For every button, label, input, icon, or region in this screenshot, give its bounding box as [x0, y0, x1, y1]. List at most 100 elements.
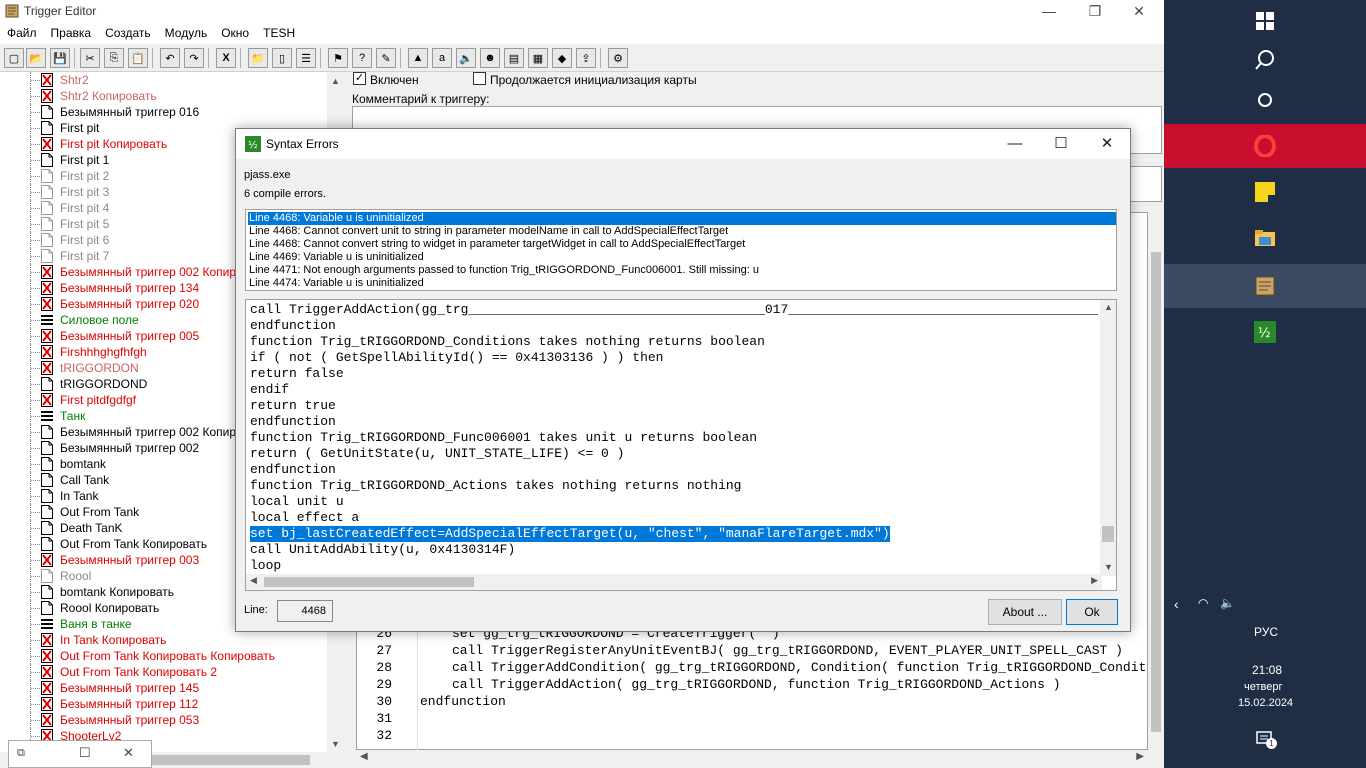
source-line: local effect a: [250, 510, 360, 525]
source-hscroll-thumb[interactable]: [264, 577, 474, 587]
sound-editor-icon[interactable]: 🔈: [456, 48, 476, 68]
trigger-editor-icon[interactable]: a: [432, 48, 452, 68]
cut-icon[interactable]: ✂: [80, 48, 100, 68]
new-condition-icon[interactable]: ?: [352, 48, 372, 68]
dialog-minimize-button[interactable]: —: [992, 129, 1038, 159]
paste-icon[interactable]: 📋: [128, 48, 148, 68]
tree-item-label: Силовое поле: [60, 313, 139, 327]
disabled-trigger-icon: [41, 553, 53, 567]
close-x-icon[interactable]: X: [216, 48, 236, 68]
enabled-checkbox[interactable]: ✓: [353, 72, 366, 85]
menu-file[interactable]: Файл: [0, 22, 44, 40]
notification-center[interactable]: 1: [1256, 730, 1277, 750]
dialog-close-button[interactable]: ✕: [1084, 129, 1130, 159]
object-editor-icon[interactable]: ☻: [480, 48, 500, 68]
wifi-icon[interactable]: ◠: [1198, 596, 1208, 610]
volume-icon[interactable]: 🔈: [1220, 596, 1235, 610]
tree-item[interactable]: Shtr2: [0, 72, 330, 88]
error-item[interactable]: Line 4468: Cannot convert unit to string…: [248, 225, 1116, 238]
tree-item-label: In Tank: [60, 489, 99, 503]
tree-hscroll-thumb[interactable]: [150, 755, 310, 765]
undo-icon[interactable]: ↶: [160, 48, 180, 68]
sticky-notes-icon: [1255, 182, 1275, 202]
source-line: local unit u: [250, 494, 344, 509]
save-icon[interactable]: 💾: [50, 48, 70, 68]
new-category-icon[interactable]: 📁: [248, 48, 268, 68]
mini-close-icon[interactable]: ✕: [123, 745, 134, 761]
tree-item-label: In Tank Копировать: [60, 633, 167, 647]
clock-date[interactable]: 15.02.2024: [1238, 697, 1293, 709]
taskbar-world-editor[interactable]: [1164, 264, 1366, 308]
taskbar-explorer[interactable]: [1164, 216, 1366, 260]
scroll-app-icon: [5, 4, 19, 18]
new-event-icon[interactable]: ⚑: [328, 48, 348, 68]
minimized-window[interactable]: ⧉ ☐ ✕: [8, 740, 152, 768]
line-number: 32: [376, 728, 392, 743]
menu-module[interactable]: Модуль: [158, 22, 215, 40]
tree-item[interactable]: Out From Tank Копировать Копировать: [0, 648, 330, 664]
campaign-editor-icon[interactable]: ▤: [504, 48, 524, 68]
tree-item-label: Roool Копировать: [60, 601, 160, 615]
redo-icon[interactable]: ↷: [184, 48, 204, 68]
menu-window[interactable]: Окно: [214, 22, 256, 40]
tree-item[interactable]: Безымянный триггер 053: [0, 712, 330, 728]
menu-edit[interactable]: Правка: [44, 22, 99, 40]
error-item[interactable]: Line 4468: Variable u is uninitialized: [248, 212, 1116, 225]
error-item[interactable]: Line 4469: Variable u is uninitialized: [248, 251, 1116, 264]
copy-icon[interactable]: ⎘: [104, 48, 124, 68]
import-manager-icon[interactable]: ⇪: [576, 48, 596, 68]
tree-item[interactable]: Out From Tank Копировать 2: [0, 664, 330, 680]
menu-tesh[interactable]: TESH: [256, 22, 302, 40]
tree-item[interactable]: Shtr2 Копировать: [0, 88, 330, 104]
jass-app-icon: ½: [245, 136, 261, 152]
new-comment-icon[interactable]: ☰: [296, 48, 316, 68]
maximize-button[interactable]: ❐: [1072, 0, 1118, 22]
code-vertical-scrollbar[interactable]: [1148, 212, 1164, 750]
test-map-icon[interactable]: ⚙: [608, 48, 628, 68]
error-list[interactable]: Line 4468: Variable u is uninitialized Li…: [245, 209, 1117, 291]
tree-item[interactable]: Безымянный триггер 016: [0, 104, 330, 120]
chevron-up-icon[interactable]: ‹: [1174, 596, 1179, 612]
about-button[interactable]: About ...: [988, 599, 1062, 625]
source-vertical-scrollbar[interactable]: ▲ ▼: [1100, 300, 1116, 576]
new-action-icon[interactable]: ✎: [376, 48, 396, 68]
ok-button[interactable]: Ok: [1066, 599, 1118, 625]
dialog-maximize-button[interactable]: ☐: [1038, 129, 1084, 159]
close-button[interactable]: ✕: [1116, 0, 1162, 22]
taskbar-opera[interactable]: [1164, 124, 1366, 168]
source-vscroll-thumb[interactable]: [1102, 526, 1114, 542]
clock-time[interactable]: 21:08: [1252, 663, 1282, 677]
menu-create[interactable]: Создать: [98, 22, 158, 40]
tree-item[interactable]: Безымянный триггер 112: [0, 696, 330, 712]
init-checkbox[interactable]: [473, 72, 486, 85]
disabled-trigger-icon: [41, 281, 53, 295]
mini-maximize-icon[interactable]: ☐: [79, 745, 91, 761]
source-preview[interactable]: call TriggerAddAction(gg_trg____________…: [245, 299, 1117, 591]
open-folder-icon[interactable]: 📂: [26, 48, 46, 68]
terrain-editor-icon[interactable]: ▲: [408, 48, 428, 68]
new-map-icon[interactable]: ▢: [4, 48, 24, 68]
disabled-trigger-icon: [41, 649, 53, 663]
error-item[interactable]: Line 4468: Cannot convert string to widg…: [248, 238, 1116, 251]
tree-item[interactable]: In Tank Копировать: [0, 632, 330, 648]
error-item[interactable]: Line 4474: Variable u is uninitialized: [248, 277, 1116, 290]
restore-icon[interactable]: ⧉: [17, 747, 25, 760]
clock-day[interactable]: четверг: [1244, 681, 1283, 693]
language-indicator[interactable]: РУС: [1254, 625, 1278, 639]
new-trigger-icon[interactable]: ▯: [272, 48, 292, 68]
code-horizontal-scrollbar[interactable]: ◀ ▶: [356, 750, 1148, 766]
tree-item[interactable]: Безымянный триггер 145: [0, 680, 330, 696]
tree-item-label: Безымянный триггер 145: [60, 681, 200, 695]
line-number-field[interactable]: 4468: [277, 600, 333, 622]
source-horizontal-scrollbar[interactable]: ◀ ▶: [246, 574, 1102, 590]
object-manager-icon[interactable]: ◆: [552, 48, 572, 68]
search-button[interactable]: [1164, 38, 1366, 82]
code-vscroll-thumb[interactable]: [1151, 252, 1161, 732]
taskbar-sticky-notes[interactable]: [1164, 170, 1366, 214]
taskbar-jass[interactable]: ½: [1164, 310, 1366, 354]
minimize-button[interactable]: —: [1026, 0, 1072, 22]
tree-item-label: Firshhhghgfhfgh: [60, 345, 147, 359]
ai-editor-icon[interactable]: ▦: [528, 48, 548, 68]
task-view-button[interactable]: [1164, 78, 1366, 122]
error-item[interactable]: Line 4471: Not enough arguments passed t…: [248, 264, 1116, 277]
